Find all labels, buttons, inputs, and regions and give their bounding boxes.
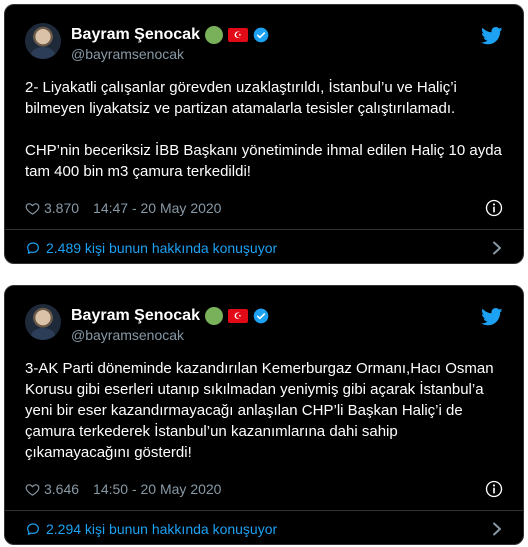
tweet-paragraph: 2- Liyakatli çalışanlar görevden uzaklaş… bbox=[25, 79, 457, 117]
author-handle[interactable]: @bayramsenocak bbox=[71, 46, 184, 62]
author-display-name[interactable]: Bayram Şenocak bbox=[71, 26, 200, 44]
conversation-link[interactable]: 2.489 kişi bunun hakkında konuşuyor bbox=[25, 237, 503, 259]
conversation-link[interactable]: 2.294 kişi bunun hakkında konuşuyor bbox=[25, 518, 503, 540]
heart-icon[interactable] bbox=[25, 482, 40, 497]
tweet-text: 2- Liyakatli çalışanlar görevden uzaklaş… bbox=[25, 77, 505, 182]
tweet-text: 3-AK Parti döneminde kazandırılan Kemerb… bbox=[25, 358, 505, 463]
divider bbox=[5, 510, 523, 511]
conversation-count-label[interactable]: 2.294 kişi bunun hakkında konuşuyor bbox=[46, 521, 277, 537]
tweet-timestamp[interactable]: 14:47 - 20 May 2020 bbox=[93, 200, 221, 216]
divider bbox=[5, 229, 523, 230]
tweet-card[interactable]: Bayram Şenocak ☪ @bayramsenocak 2- Liyak… bbox=[4, 4, 524, 264]
tweet-timestamp[interactable]: 14:50 - 20 May 2020 bbox=[93, 481, 221, 497]
info-icon[interactable] bbox=[485, 199, 503, 217]
author-handle[interactable]: @bayramsenocak bbox=[71, 327, 184, 343]
turkey-flag-icon: ☪ bbox=[227, 309, 248, 323]
avatar[interactable] bbox=[25, 23, 61, 59]
tweet-meta: 3.646 14:50 - 20 May 2020 bbox=[25, 480, 221, 498]
speech-bubble-icon bbox=[27, 523, 39, 535]
heart-icon[interactable] bbox=[25, 201, 40, 216]
info-icon[interactable] bbox=[485, 480, 503, 498]
verified-badge-icon bbox=[253, 27, 269, 43]
tweet-meta: 3.870 14:47 - 20 May 2020 bbox=[25, 199, 221, 217]
twitter-bird-icon[interactable] bbox=[481, 27, 503, 45]
chevron-right-icon[interactable] bbox=[491, 522, 503, 536]
verified-badge-icon bbox=[253, 308, 269, 324]
twitter-bird-icon[interactable] bbox=[481, 308, 503, 326]
tweet-card[interactable]: Bayram Şenocak ☪ @bayramsenocak 3-AK Par… bbox=[4, 285, 524, 545]
speech-bubble-icon bbox=[27, 242, 39, 254]
conversation-count-label[interactable]: 2.489 kişi bunun hakkında konuşuyor bbox=[46, 240, 277, 256]
like-count[interactable]: 3.870 bbox=[44, 200, 79, 216]
author-display-name[interactable]: Bayram Şenocak bbox=[71, 307, 200, 325]
like-count[interactable]: 3.646 bbox=[44, 481, 79, 497]
tweet-paragraph: 3-AK Parti döneminde kazandırılan Kemerb… bbox=[25, 360, 494, 461]
green-circle-icon bbox=[204, 307, 223, 325]
avatar[interactable] bbox=[25, 304, 61, 340]
tweet-paragraph: CHP’nin beceriksiz İBB Başkanı yönetimin… bbox=[25, 142, 502, 180]
green-circle-icon bbox=[204, 26, 223, 44]
turkey-flag-icon: ☪ bbox=[227, 28, 248, 42]
chevron-right-icon[interactable] bbox=[491, 241, 503, 255]
author-name-row: Bayram Şenocak ☪ bbox=[71, 306, 269, 326]
author-name-row: Bayram Şenocak ☪ bbox=[71, 25, 269, 45]
